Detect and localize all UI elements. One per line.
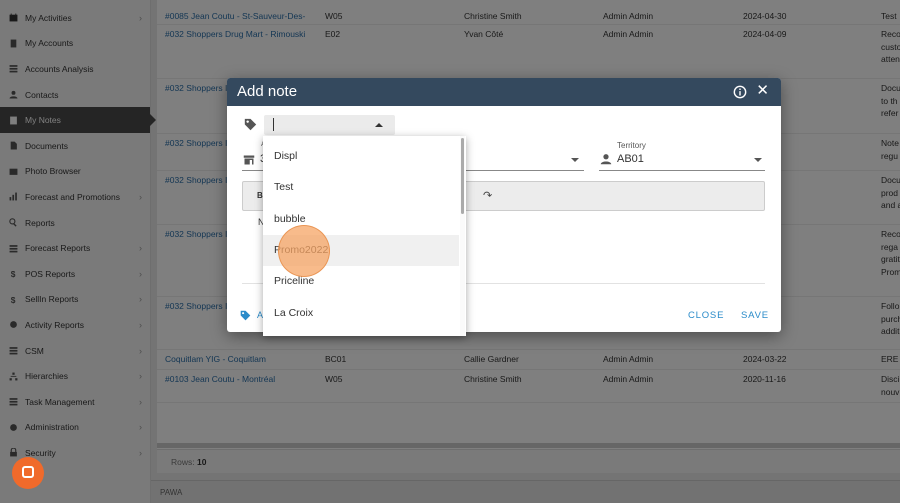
territory-label: Territory (617, 141, 646, 150)
tag-option[interactable]: La Croix (263, 298, 459, 329)
territory-select[interactable] (599, 170, 765, 171)
chat-icon (22, 466, 34, 478)
bold-button[interactable]: B (257, 191, 263, 200)
tag-option[interactable]: Displ (263, 141, 459, 172)
tag-select-input[interactable] (264, 115, 395, 135)
tag-option[interactable]: Test (263, 172, 459, 203)
chevron-up-icon[interactable] (375, 123, 383, 127)
dialog-title: Add note (237, 83, 298, 100)
redo-icon[interactable]: ↷ (483, 189, 492, 202)
save-button[interactable]: SAVE (741, 310, 769, 321)
account-dropdown-arrow-icon[interactable] (571, 158, 579, 162)
dialog-header: Add note ✕ (227, 78, 781, 106)
territory-dropdown-arrow-icon[interactable] (754, 158, 762, 162)
tag-icon[interactable] (240, 310, 251, 321)
text-caret (273, 118, 274, 131)
click-indicator (278, 225, 330, 277)
close-icon[interactable]: ✕ (756, 83, 769, 99)
chat-button[interactable] (12, 457, 44, 489)
tag-icon (244, 118, 257, 131)
dropdown-scrollbar-thumb[interactable] (461, 138, 464, 214)
store-icon (243, 155, 255, 165)
person-icon (600, 154, 612, 165)
info-icon[interactable] (733, 85, 747, 99)
close-button[interactable]: CLOSE (688, 310, 724, 321)
territory-value: AB01 (617, 153, 644, 165)
